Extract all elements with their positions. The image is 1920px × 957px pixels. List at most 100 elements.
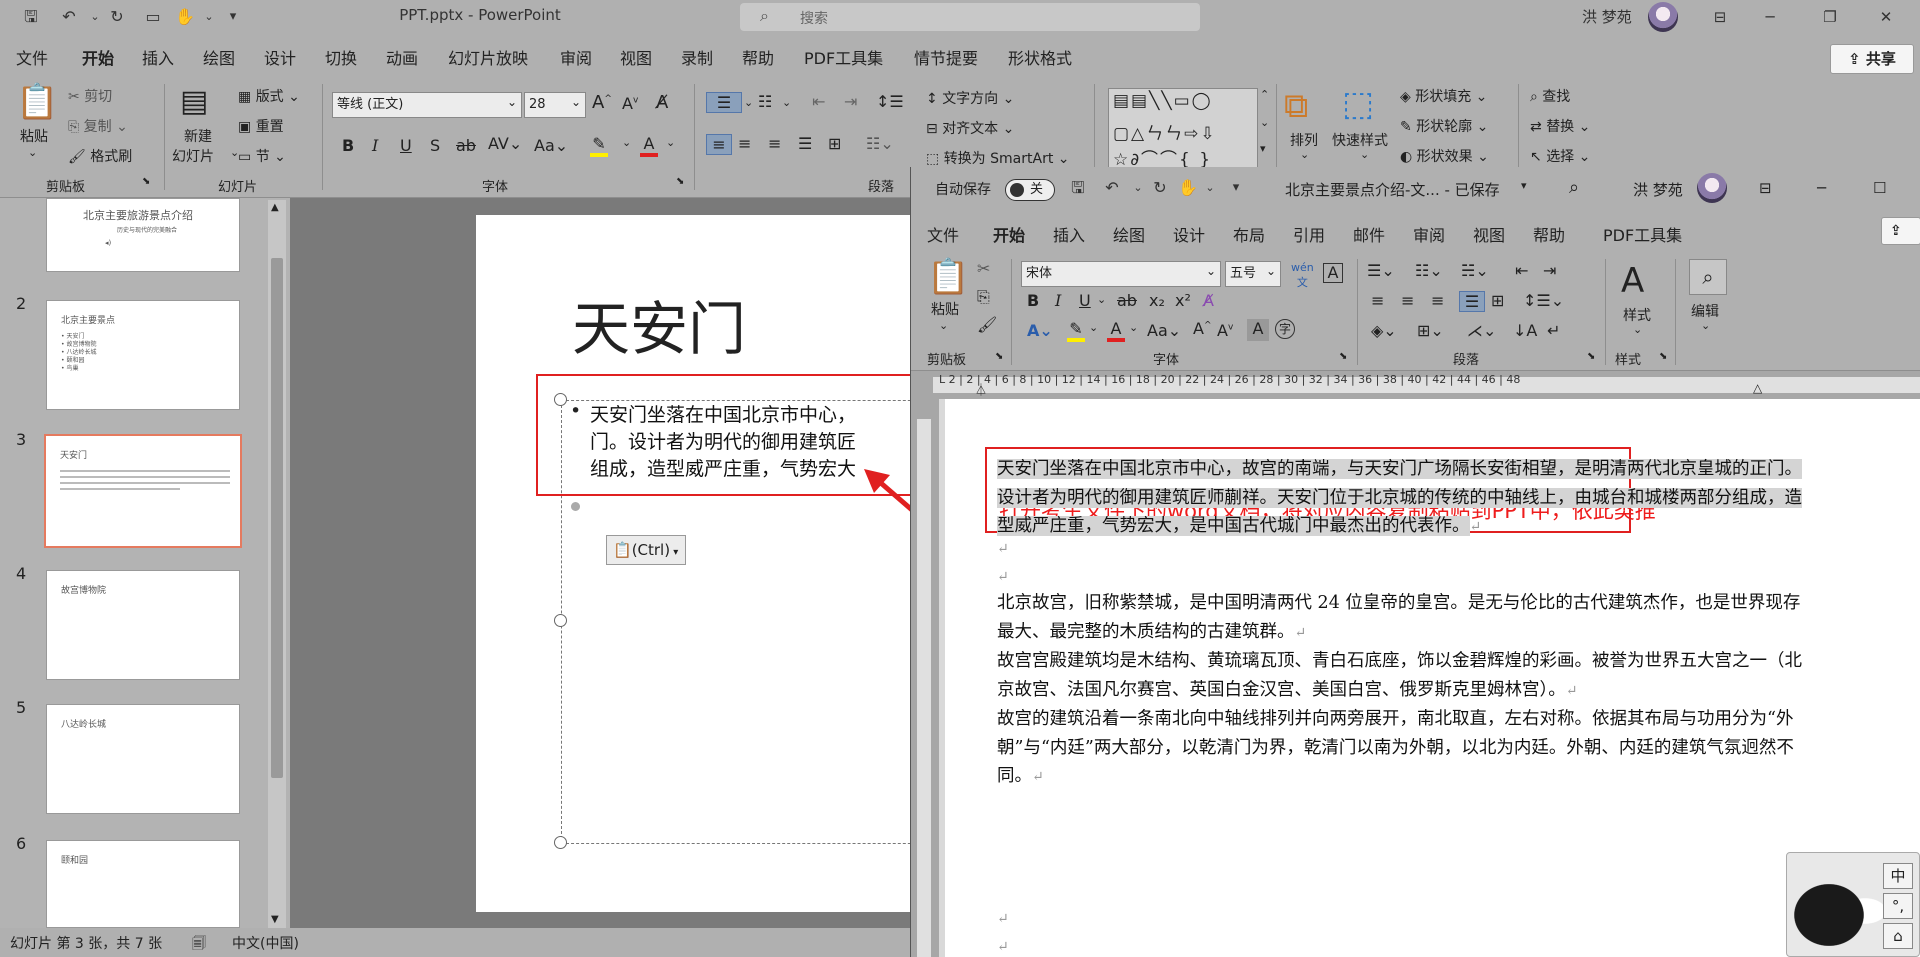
- multilevel-list-icon[interactable]: ☵⌄: [1461, 261, 1489, 280]
- align-right-icon[interactable]: ≡: [1431, 291, 1444, 310]
- undo-dropdown-icon[interactable]: ⌄: [1127, 177, 1149, 199]
- avatar[interactable]: [1648, 2, 1678, 32]
- slide-thumbnail-5[interactable]: 八达岭长城: [46, 704, 240, 814]
- scroll-up-icon[interactable]: ▲: [271, 202, 279, 213]
- reset-button[interactable]: ▣ 重置: [238, 116, 284, 136]
- vertical-ruler[interactable]: [911, 399, 939, 957]
- shadow-icon[interactable]: S: [430, 136, 440, 155]
- ime-mode-button[interactable]: 中: [1883, 863, 1913, 889]
- touch-dropdown-icon[interactable]: ⌄: [1199, 177, 1221, 199]
- bullets-icon[interactable]: ☰: [706, 92, 742, 113]
- align-left-icon[interactable]: ≡: [706, 134, 732, 155]
- bold-icon[interactable]: B: [1027, 291, 1039, 310]
- char-spacing-icon[interactable]: AV⌄: [488, 134, 522, 153]
- distributed-icon[interactable]: ⊞: [828, 134, 841, 153]
- right-indent-marker-icon[interactable]: △: [1753, 381, 1762, 395]
- numbering-icon[interactable]: ☷⌄: [1415, 261, 1443, 280]
- tab-view[interactable]: 视图: [1473, 222, 1505, 246]
- clear-format-icon[interactable]: A̸: [656, 92, 668, 113]
- paragraph-launcher-icon[interactable]: ⬊: [1587, 351, 1595, 362]
- align-center-icon[interactable]: ≡: [738, 134, 751, 153]
- tab-help[interactable]: 帮助: [1533, 222, 1565, 246]
- underline-icon[interactable]: U: [1079, 291, 1091, 310]
- tab-insert[interactable]: 插入: [142, 45, 174, 69]
- shapes-gallery[interactable]: ▤▤╲╲▭◯ ▢△ㄣㄣ⇨⇩ ☆∂⌒⌒{ }: [1108, 88, 1258, 172]
- line-spacing-icon[interactable]: ↕☰⌄: [1523, 291, 1564, 310]
- font-name-select[interactable]: 等线 (正文): [332, 90, 522, 118]
- highlight-icon[interactable]: ✎: [590, 134, 608, 157]
- shape-fill-button[interactable]: ◈ 形状填充 ⌄: [1400, 86, 1487, 106]
- subscript-icon[interactable]: x₂: [1149, 291, 1165, 310]
- justify-icon[interactable]: ☰: [1459, 291, 1485, 312]
- decrease-indent-icon[interactable]: ⇤: [812, 92, 825, 111]
- italic-icon[interactable]: I: [372, 136, 378, 155]
- maximize-icon[interactable]: ❐: [1810, 4, 1850, 30]
- customize-qat-icon[interactable]: ▾: [1225, 177, 1247, 199]
- borders-icon[interactable]: ⊞⌄: [1417, 321, 1444, 340]
- arrange-icon[interactable]: ⧉: [1284, 86, 1308, 126]
- tab-file[interactable]: 文件: [16, 45, 48, 69]
- tab-storyboard[interactable]: 情节提要: [914, 45, 978, 69]
- align-text-button[interactable]: ⊟ 对齐文本 ⌄: [926, 118, 1014, 138]
- edit-dropdown-icon[interactable]: ⌄: [1701, 319, 1710, 332]
- tab-home[interactable]: 开始: [82, 45, 115, 77]
- tab-pdf-tools[interactable]: PDF工具集: [1603, 222, 1682, 246]
- align-right-icon[interactable]: ≡: [768, 134, 781, 153]
- paragraph-tiananmen[interactable]: 天安门坐落在中国北京市中心，故宫的南端，与天安门广场隔长安街相望，是明清两代北京…: [997, 455, 1803, 542]
- undo-icon[interactable]: ↶: [1101, 177, 1123, 199]
- share-button-partial[interactable]: ⇪: [1881, 217, 1920, 245]
- numbering-dropdown-icon[interactable]: ⌄: [782, 96, 791, 109]
- resize-handle[interactable]: [554, 836, 567, 849]
- quick-styles-button[interactable]: 快速样式: [1332, 130, 1388, 150]
- enclose-char-icon[interactable]: 字: [1275, 319, 1295, 339]
- change-case-icon[interactable]: Aa⌄: [1147, 321, 1181, 340]
- highlight-icon[interactable]: ✎: [1067, 319, 1085, 342]
- gallery-more-icon[interactable]: ▾: [1260, 142, 1266, 155]
- slide-thumbnail-2[interactable]: 北京主要景点 • 天安门 • 故宫博物院 • 八达岭长城 • 颐和园 • 鸟巢: [46, 300, 240, 410]
- shading-icon[interactable]: ◈⌄: [1371, 321, 1397, 340]
- shapes-row-1[interactable]: ▤▤╲╲▭◯: [1113, 91, 1213, 111]
- highlight-dropdown-icon[interactable]: ⌄: [622, 136, 631, 149]
- resize-handle[interactable]: [554, 614, 567, 627]
- ime-settings-button[interactable]: ⌂: [1883, 923, 1913, 949]
- tab-review[interactable]: 审阅: [560, 45, 592, 69]
- ime-punctuation-button[interactable]: °,: [1883, 893, 1913, 919]
- columns-icon[interactable]: ☷⌄: [866, 134, 894, 153]
- bullets-dropdown-icon[interactable]: ⌄: [744, 96, 753, 109]
- distributed-icon[interactable]: ⊞: [1491, 291, 1504, 310]
- tab-help[interactable]: 帮助: [742, 45, 774, 69]
- gallery-scroll-up-icon[interactable]: ⌃: [1260, 88, 1269, 101]
- language-status[interactable]: 中文(中国): [232, 933, 299, 953]
- font-name-select[interactable]: 宋体: [1021, 259, 1221, 287]
- phonetic-guide-icon[interactable]: wén 文: [1291, 261, 1314, 290]
- edit-button[interactable]: 编辑: [1691, 301, 1719, 321]
- slide-thumbnail-4[interactable]: 故宫博物院: [46, 570, 240, 680]
- slide-thumbnail-3[interactable]: 天安门: [44, 434, 242, 548]
- shape-effects-button[interactable]: ◐ 形状效果 ⌄: [1400, 146, 1489, 166]
- select-button[interactable]: ↖ 选择 ⌄: [1530, 146, 1590, 166]
- touch-mode-icon[interactable]: ✋: [1177, 177, 1199, 199]
- bold-icon[interactable]: B: [342, 136, 354, 155]
- paragraph-palace-architecture[interactable]: 故宫宫殿建筑均是木结构、黄琉璃瓦顶、青白石底座，饰以金碧辉煌的彩画。被誉为世界五…: [997, 647, 1803, 705]
- strikethrough-icon[interactable]: ab: [456, 136, 476, 155]
- search-box[interactable]: ⌕ 搜索: [740, 3, 1200, 31]
- font-color-icon[interactable]: A: [640, 134, 658, 157]
- share-button[interactable]: ⇪ 共享: [1830, 44, 1914, 74]
- smartart-button[interactable]: ⬚ 转换为 SmartArt ⌄: [926, 148, 1070, 168]
- grow-font-icon[interactable]: A^: [1193, 319, 1212, 338]
- chinese-layout-icon[interactable]: ⋌⌄: [1467, 321, 1496, 340]
- strikethrough-icon[interactable]: ab: [1117, 291, 1137, 310]
- tab-file[interactable]: 文件: [927, 222, 959, 246]
- quick-styles-icon[interactable]: ⬚: [1342, 84, 1374, 124]
- clear-format-icon[interactable]: A̸: [1203, 291, 1214, 310]
- minimize-icon[interactable]: ─: [1750, 4, 1790, 30]
- new-slide-icon[interactable]: ▤: [180, 84, 208, 119]
- scroll-down-icon[interactable]: ▼: [271, 914, 279, 925]
- slide-thumbnail-1[interactable]: 北京主要旅游景点介绍 历史与现代的完美融合 ◂): [46, 198, 240, 272]
- shapes-row-2[interactable]: ▢△ㄣㄣ⇨⇩: [1113, 119, 1217, 144]
- change-case-icon[interactable]: Aa⌄: [534, 136, 568, 155]
- arrange-button[interactable]: 排列: [1290, 130, 1318, 150]
- ime-floating-widget[interactable]: 中 °, ⌂: [1786, 852, 1920, 957]
- paste-options-button[interactable]: 📋(Ctrl) ▾: [606, 535, 686, 565]
- underline-dropdown-icon[interactable]: ⌄: [1097, 293, 1106, 306]
